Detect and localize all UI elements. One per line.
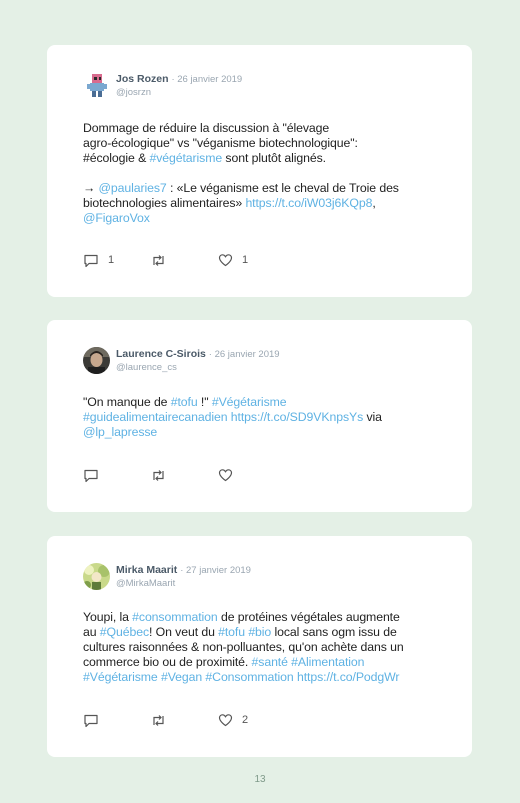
retweet-icon [153,469,164,481]
tweet-date: · 27 janvier 2019 [180,565,251,576]
tweet-actions: 2 [83,712,283,728]
hashtag-link[interactable]: #Végétarisme [212,395,287,409]
tweet-date: · 26 janvier 2019 [208,349,280,360]
reply-icon [84,469,98,482]
author-name[interactable]: Jos Rozen · 26 janvier 2019 [116,73,242,85]
mention-link[interactable]: @FigaroVox [83,211,150,225]
author-handle[interactable]: @MirkaMaarit [116,578,175,589]
tweet-actions [83,467,283,483]
tweet-card-1: Jos Rozen · 26 janvier 2019 @josrzn Domm… [47,45,472,297]
tweet-text: Dommage de réduire la discussion à "élev… [83,121,443,226]
tweet-line: Youpi, la #consommation de protéines vég… [83,610,400,624]
retweet-button[interactable] [150,252,167,268]
heart-icon [218,714,233,727]
tweet-line: → @paularies7 : «Le véganisme est le che… [83,181,399,195]
tweet-line: #écologie & #végétarisme sont plutôt ali… [83,151,326,165]
like-button[interactable]: 1 [218,252,248,268]
like-button[interactable]: 2 [218,712,248,728]
reply-button[interactable] [83,467,99,483]
avatar[interactable] [83,563,110,590]
hashtag-link[interactable]: #tofu [218,625,245,639]
tweet-line: #guidealimentairecanadien https://t.co/S… [83,410,382,424]
tweet-line: commerce bio ou de proximité. #santé #Al… [83,655,365,669]
retweet-button[interactable] [150,712,167,728]
retweet-button[interactable] [150,467,167,483]
tweet-line: biotechnologies alimentaires» https://t.… [83,196,376,210]
heart-icon [218,469,233,482]
tweet-line: @FigaroVox [83,211,443,226]
tweet-card-3: Mirka Maarit · 27 janvier 2019 @MirkaMaa… [47,536,472,757]
avatar[interactable] [83,72,110,99]
author-name[interactable]: Mirka Maarit · 27 janvier 2019 [116,564,251,576]
hashtag-link[interactable]: #santé #Alimentation [252,655,365,669]
hashtag-link[interactable]: #Québec [100,625,149,639]
reply-button[interactable]: 1 [83,252,114,268]
tweet-line: agro-écologique" vs "véganisme biotechno… [83,136,358,150]
author-handle[interactable]: @josrzn [116,87,151,98]
tweet-date: · 26 janvier 2019 [171,74,243,85]
author-handle[interactable]: @laurence_cs [116,362,177,373]
hashtag-link[interactable]: #tofu [171,395,198,409]
reply-count: 1 [108,254,115,266]
tweet-text: Youpi, la #consommation de protéines vég… [83,610,443,685]
tweet-line: "On manque de #tofu !" #Végétarisme [83,395,287,409]
retweet-icon [153,714,164,726]
like-count: 2 [242,714,249,726]
tweet-actions: 1 1 [83,252,283,268]
hashtag-link[interactable]: #consommation [132,610,218,624]
tweet-line: Dommage de réduire la discussion à "élev… [83,121,330,135]
tweet-card-2: Laurence C-Sirois · 26 janvier 2019 @lau… [47,320,472,512]
heart-icon [218,254,233,267]
tweet-line: #Végétarisme #Vegan #Consommation https:… [83,670,443,685]
avatar[interactable] [83,347,110,374]
tweet-line: au #Québec! On veut du #tofu #bio local … [83,625,397,639]
mention-link[interactable]: @paularies7 [99,181,167,195]
author-name[interactable]: Laurence C-Sirois · 26 janvier 2019 [116,348,280,360]
tweet-line: @lp_lapresse [83,425,443,440]
hashtag-url-link[interactable]: #Végétarisme #Vegan #Consommation https:… [83,670,400,684]
hashtag-link[interactable]: #bio [248,625,271,639]
reply-icon [84,254,98,267]
tweet-line: cultures raisonnées & non-polluantes, qu… [83,640,404,654]
like-button[interactable] [218,467,233,483]
like-count: 1 [242,254,249,266]
tweet-text: "On manque de #tofu !" #Végétarisme #gui… [83,395,443,440]
reply-icon [84,714,98,727]
hashtag-link[interactable]: #végétarisme [149,151,222,165]
mention-link[interactable]: @lp_lapresse [83,425,157,439]
reply-button[interactable] [83,712,99,728]
hashtag-url-link[interactable]: #guidealimentairecanadien https://t.co/S… [83,410,363,424]
url-link[interactable]: https://t.co/iW03j6KQp8 [245,196,372,210]
retweet-icon [153,254,164,266]
page-number: 13 [254,774,266,785]
